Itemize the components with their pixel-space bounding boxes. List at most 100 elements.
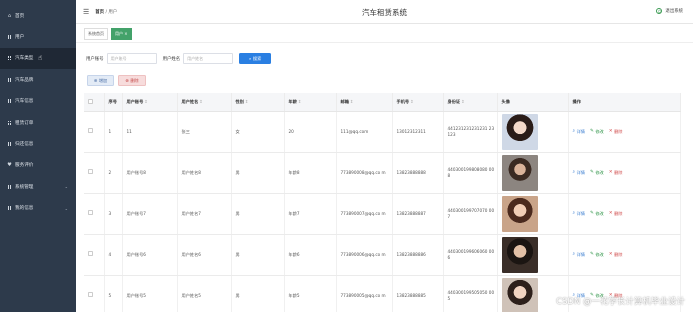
chevron-down-icon: ⌄ <box>64 184 68 190</box>
name-search-input[interactable]: 用户姓名 <box>183 53 234 64</box>
cell-index: 5 <box>104 275 123 312</box>
column-header: 操作 <box>568 93 681 112</box>
detail-button[interactable]: ⌕ 详情 <box>573 252 585 258</box>
column-header: 序号 <box>104 93 123 112</box>
edit-button[interactable]: ✎ 修改 <box>590 129 604 135</box>
cell-account: 用户账号7 <box>122 193 178 235</box>
cell-id-card: 440300199808080 008 <box>443 152 498 194</box>
name-label: 用户姓名 <box>162 56 181 62</box>
cell-gender: 男 <box>231 234 285 276</box>
sidebar-item-label: 我的信息 <box>15 206 34 212</box>
cell-account: 用户账号5 <box>122 275 178 312</box>
sidebar-item-return-info[interactable]: 归还信息 <box>0 133 76 154</box>
avatar[interactable] <box>501 195 538 232</box>
cell-id-card: 440300199707070 007 <box>443 193 498 235</box>
cell-email: 773890006@qq.co m <box>336 234 393 276</box>
avatar[interactable] <box>501 113 538 150</box>
edit-button[interactable]: ✎ 修改 <box>590 211 604 217</box>
account-search-input[interactable]: 用户账号 <box>106 53 157 64</box>
avatar[interactable] <box>501 154 538 191</box>
cell-phone: 13012312311 <box>392 111 444 153</box>
hand-cursor-icon: ☝ <box>38 54 43 62</box>
tab-home[interactable]: 系统首页 <box>84 28 108 40</box>
sidebar-item-service-review[interactable]: ♥ 服务评价 <box>0 155 76 176</box>
sidebar-item-user[interactable]: 用户 <box>0 26 76 47</box>
cell-id-card: 440300199606060 006 <box>443 234 498 276</box>
detail-button[interactable]: ⌕ 详情 <box>573 129 585 135</box>
delete-button[interactable]: ✕ 删除 <box>609 170 623 176</box>
delete-button[interactable]: ✕ 删除 <box>609 129 623 135</box>
close-icon: ✕ <box>608 210 613 216</box>
table-row: 4 用户账号6 用户姓名6 男年龄6 773890006@qq.co m 13823888… <box>84 234 681 276</box>
sort-icon: ⇕ <box>244 98 249 104</box>
cell-age: 年龄7 <box>284 193 337 235</box>
sort-icon: ⇕ <box>461 98 465 104</box>
row-checkbox[interactable] <box>84 152 105 194</box>
app-title: 汽车租赁系统 <box>362 8 407 17</box>
logout-label: 退出系统 <box>665 9 683 14</box>
search-button[interactable]: ⌕ 搜索 <box>239 53 272 64</box>
table-header-row: 序号 用户账号⇕ 用户姓名⇕ 性别⇕ 年龄⇕ 邮箱⇕ 手机号⇕ 身份证⇕ 头像 … <box>84 93 681 112</box>
row-checkbox[interactable] <box>84 193 105 235</box>
row-checkbox[interactable] <box>84 275 105 312</box>
column-header[interactable]: 身份证⇕ <box>443 93 498 112</box>
cell-index: 4 <box>104 234 123 276</box>
sidebar-item-home[interactable]: ⌂ 首页 <box>0 5 76 26</box>
detail-button[interactable]: ⌕ 详情 <box>573 170 585 176</box>
cell-phone: 13823888888 <box>392 152 444 194</box>
cell-age: 年龄6 <box>284 234 337 276</box>
sidebar-item-car-info[interactable]: 汽车信息 <box>0 91 76 112</box>
edit-button[interactable]: ✎ 修改 <box>590 252 604 258</box>
breadcrumb-separator: / <box>105 9 107 15</box>
edit-icon: ✎ <box>589 128 594 134</box>
column-header[interactable]: 年龄⇕ <box>284 93 337 112</box>
column-header[interactable]: 用户账号⇕ <box>122 93 178 112</box>
cell-email: 773890008@qq.co m <box>336 152 393 194</box>
sidebar-item-label: 服务评价 <box>15 163 34 169</box>
sidebar-item-label: 用户 <box>15 35 25 41</box>
cell-account: 用户账号8 <box>122 152 178 194</box>
cell-gender: 男 <box>231 152 285 194</box>
sort-icon: ⇕ <box>144 98 148 104</box>
add-button[interactable]: ⊕ 增加 <box>87 75 114 86</box>
sidebar-item-rental-orders[interactable]: 租赁订单 <box>0 112 76 133</box>
sort-icon: ⇕ <box>199 98 203 104</box>
delete-button[interactable]: ✕ 删除 <box>609 211 623 217</box>
detail-button[interactable]: ⌕ 详情 <box>573 211 585 217</box>
avatar[interactable] <box>501 236 538 273</box>
select-all-checkbox[interactable] <box>84 93 105 112</box>
cell-name: 用户姓名7 <box>177 193 232 235</box>
delete-button[interactable]: ✕ 删除 <box>609 252 623 258</box>
column-header[interactable]: 性别⇕ <box>231 93 285 112</box>
edit-icon: ✎ <box>589 251 594 257</box>
row-checkbox[interactable] <box>84 111 105 153</box>
sidebar-item-label: 汽车品牌 <box>15 77 34 83</box>
edit-button[interactable]: ✎ 修改 <box>590 170 604 176</box>
close-icon: ✕ <box>608 251 613 257</box>
add-button-label: 增加 <box>98 77 108 83</box>
grid-icon <box>7 184 12 189</box>
avatar[interactable] <box>501 277 538 312</box>
logout-button[interactable]: ⏻ 退出系统 <box>656 8 683 14</box>
grid-icon <box>7 56 12 61</box>
batch-delete-button[interactable]: ⊗ 删除 <box>118 75 146 86</box>
column-header[interactable]: 用户姓名⇕ <box>177 93 232 112</box>
column-header[interactable]: 手机号⇕ <box>392 93 444 112</box>
menu-toggle-icon[interactable]: ☰ <box>83 8 89 16</box>
home-icon: ⌂ <box>7 12 12 19</box>
cell-gender: 女 <box>231 111 285 153</box>
sidebar-item-my-info[interactable]: 我的信息 ⌄ <box>0 198 76 219</box>
row-checkbox[interactable] <box>84 234 105 276</box>
sidebar: ⌂ 首页 用户 汽车类型 汽车品牌 汽车信息 租赁订单 归还信息 ♥ 服务评价 … <box>0 0 76 312</box>
sidebar-item-system-management[interactable]: 系统管理 ⌄ <box>0 176 76 197</box>
grid-icon <box>7 206 12 211</box>
cell-id-card: 440300199505050 005 <box>443 275 498 312</box>
power-icon: ⏻ <box>656 8 663 14</box>
sidebar-item-car-brand[interactable]: 汽车品牌 <box>0 69 76 90</box>
breadcrumb-home[interactable]: 首页 <box>95 10 104 15</box>
tab-user[interactable]: 用户 × <box>111 28 132 40</box>
tab-bar: 系统首页 用户 × <box>76 26 693 43</box>
sort-icon: ⇕ <box>297 98 302 104</box>
action-bar: ⊕ 增加 ⊗ 删除 <box>87 75 146 86</box>
column-header[interactable]: 邮箱⇕ <box>336 93 393 112</box>
